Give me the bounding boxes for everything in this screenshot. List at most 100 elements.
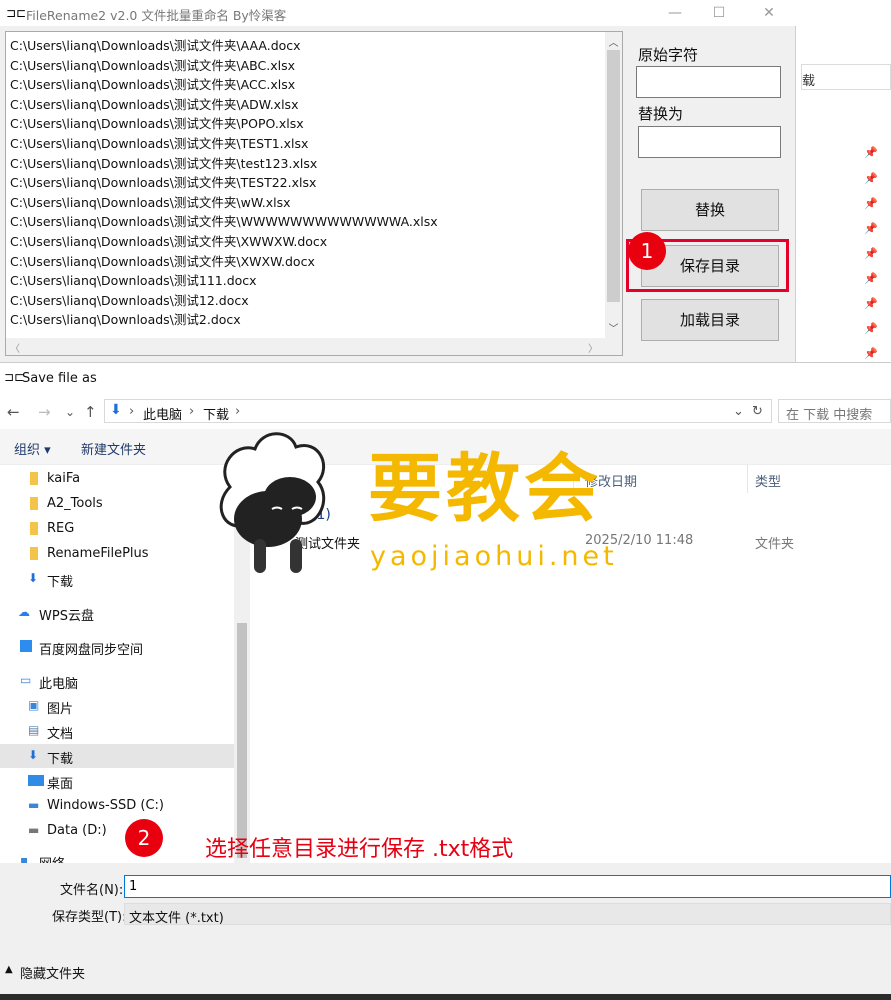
dialog-title-bar: ⊐⊏ Save file as bbox=[0, 363, 891, 393]
list-item[interactable]: C:\Users\lianq\Downloads\测试2.docx bbox=[10, 312, 241, 328]
file-list-vscrollbar[interactable]: ︿ ﹀ bbox=[605, 32, 622, 338]
tree-item-reg[interactable]: REG bbox=[0, 517, 234, 541]
tree-item-baidu-sync[interactable]: 百度网盘同步空间 bbox=[0, 635, 234, 659]
list-item[interactable]: C:\Users\lianq\Downloads\测试文件夹\POPO.xlsx bbox=[10, 116, 304, 132]
replace-with-label: 替换为 bbox=[638, 105, 684, 123]
list-item[interactable]: C:\Users\lianq\Downloads\测试文件夹\WWWWWWWWW… bbox=[10, 214, 438, 230]
breadcrumb-downloads[interactable]: 下载 bbox=[203, 404, 229, 423]
tree-item-kaifa[interactable]: kaiFa bbox=[0, 467, 234, 491]
watermark-title: 要教会 bbox=[368, 446, 602, 532]
tree-item-a2-tools[interactable]: A2_Tools bbox=[0, 492, 234, 516]
folder-icon bbox=[30, 522, 44, 535]
folder-icon bbox=[30, 547, 44, 560]
column-header-type[interactable]: 类型 bbox=[755, 471, 781, 490]
tree-item-drive-c[interactable]: ▬ Windows-SSD (C:) bbox=[0, 794, 234, 818]
row-type: 文件夹 bbox=[755, 537, 795, 552]
filetype-label: 保存类型(T): bbox=[52, 910, 127, 925]
drive-icon: ▬ bbox=[28, 823, 40, 837]
download-icon: ⬇ bbox=[28, 571, 39, 585]
list-item[interactable]: C:\Users\lianq\Downloads\测试12.docx bbox=[10, 293, 249, 309]
file-list[interactable]: C:\Users\lianq\Downloads\测试文件夹\AAA.docx … bbox=[5, 31, 623, 356]
filetype-select[interactable]: 文本文件 (*.txt) bbox=[124, 903, 891, 926]
chevron-down-icon[interactable]: ⌄ bbox=[733, 404, 744, 419]
drive-icon: ▬ bbox=[28, 798, 40, 812]
tree-item-downloads[interactable]: ⬇ 下载 bbox=[0, 744, 234, 768]
list-item[interactable]: C:\Users\lianq\Downloads\测试文件夹\XWXW.docx bbox=[10, 254, 315, 270]
pin-icon: 📌 bbox=[864, 172, 878, 185]
navigation-bar: ← → ⌄ ↑ ⬇ › 此电脑 › 下载 › ⌄ ↻ 在 下载 中搜索 bbox=[0, 395, 891, 429]
tree-scroll-thumb[interactable] bbox=[237, 623, 247, 858]
refresh-icon[interactable]: ↻ bbox=[752, 404, 763, 419]
list-item[interactable]: C:\Users\lianq\Downloads\测试文件夹\ABC.xlsx bbox=[10, 58, 295, 74]
breadcrumb-this-pc[interactable]: 此电脑 bbox=[143, 404, 182, 423]
dialog-title: Save file as bbox=[22, 371, 97, 386]
chevron-up-icon[interactable]: ▲ bbox=[5, 964, 13, 975]
new-folder-button[interactable]: 新建文件夹 bbox=[81, 439, 146, 458]
list-item[interactable]: C:\Users\lianq\Downloads\测试文件夹\AAA.docx bbox=[10, 38, 301, 54]
pin-icon: 📌 bbox=[864, 297, 878, 310]
watermark-url: yaojiaohui.net bbox=[370, 541, 618, 572]
close-button[interactable]: ✕ bbox=[758, 3, 780, 23]
filename-input[interactable]: 1 bbox=[124, 875, 891, 898]
tree-item-documents[interactable]: ▤ 文档 bbox=[0, 719, 234, 743]
download-icon: ⬇ bbox=[110, 402, 122, 418]
original-char-input[interactable] bbox=[636, 66, 781, 98]
pin-icon: 📌 bbox=[864, 272, 878, 285]
list-item[interactable]: C:\Users\lianq\Downloads\测试111.docx bbox=[10, 273, 257, 289]
scroll-down-icon[interactable]: ﹀ bbox=[605, 320, 622, 335]
hide-folders-button[interactable]: 隐藏文件夹 bbox=[20, 963, 85, 982]
chevron-right-icon: › bbox=[129, 404, 135, 419]
list-item[interactable]: C:\Users\lianq\Downloads\测试文件夹\test123.x… bbox=[10, 156, 317, 172]
document-icon: ▤ bbox=[28, 723, 40, 737]
tree-item-this-pc[interactable]: ▭ 此电脑 bbox=[0, 669, 234, 693]
folder-icon bbox=[30, 472, 44, 485]
up-arrow-icon[interactable]: ↑ bbox=[84, 403, 97, 421]
list-item[interactable]: C:\Users\lianq\Downloads\测试文件夹\TEST1.xls… bbox=[10, 136, 308, 152]
search-input[interactable]: 在 下载 中搜索 bbox=[778, 399, 891, 423]
baidu-icon bbox=[20, 640, 32, 652]
load-directory-button[interactable]: 加载目录 bbox=[641, 299, 779, 341]
column-divider[interactable] bbox=[747, 465, 748, 493]
original-char-label: 原始字符 bbox=[638, 46, 699, 64]
tree-item-drive-d[interactable]: ▬ Data (D:) bbox=[0, 819, 234, 843]
folder-icon bbox=[30, 497, 44, 510]
scroll-left-icon[interactable]: 〈 bbox=[10, 340, 20, 355]
scroll-right-icon[interactable]: 〉 bbox=[588, 340, 598, 355]
recent-locations-icon[interactable]: ⌄ bbox=[65, 405, 75, 419]
pin-icon: 📌 bbox=[864, 222, 878, 235]
computer-icon: ▭ bbox=[20, 673, 32, 687]
tree-item-wps-cloud[interactable]: ☁ WPS云盘 bbox=[0, 601, 234, 625]
maximize-button[interactable]: ☐ bbox=[708, 3, 730, 23]
vscroll-thumb[interactable] bbox=[607, 50, 620, 302]
list-item[interactable]: C:\Users\lianq\Downloads\测试文件夹\XWWXW.doc… bbox=[10, 234, 327, 250]
download-icon: ⬇ bbox=[28, 748, 39, 762]
replace-button[interactable]: 替换 bbox=[641, 189, 779, 231]
scroll-up-icon[interactable]: ︿ bbox=[605, 34, 622, 49]
tree-item-desktop[interactable]: 桌面 bbox=[0, 769, 234, 793]
save-file-dialog: ⊐⊏ Save file as ← → ⌄ ↑ ⬇ › 此电脑 › 下载 › ⌄… bbox=[0, 362, 891, 1000]
pin-icon: 📌 bbox=[864, 146, 878, 159]
list-item[interactable]: C:\Users\lianq\Downloads\测试文件夹\wW.xlsx bbox=[10, 195, 291, 211]
file-list-hscrollbar[interactable]: 〈 〉 bbox=[6, 338, 622, 355]
list-item[interactable]: C:\Users\lianq\Downloads\测试文件夹\ACC.xlsx bbox=[10, 77, 295, 93]
address-bar[interactable]: ⬇ › 此电脑 › 下载 › ⌄ ↻ bbox=[104, 399, 772, 423]
forward-arrow-icon[interactable]: → bbox=[38, 403, 51, 421]
tree-item-pictures[interactable]: ▣ 图片 bbox=[0, 694, 234, 718]
background-field: 载 bbox=[801, 64, 891, 90]
taskbar bbox=[0, 994, 891, 1000]
picture-icon: ▣ bbox=[28, 698, 40, 712]
sheep-mascot-icon bbox=[219, 432, 326, 573]
organize-button[interactable]: 组织 ▾ bbox=[14, 439, 51, 458]
tree-item-downloads-quick[interactable]: ⬇ 下载 bbox=[0, 567, 234, 591]
app-icon: ⊐⊏ bbox=[6, 6, 27, 20]
tree-item-renamefileplus[interactable]: RenameFilePlus bbox=[0, 542, 234, 566]
app-title: FileRename2 v2.0 文件批量重命名 By怜渠客 bbox=[26, 8, 287, 23]
minimize-button[interactable]: — bbox=[664, 3, 686, 23]
app-title-bar: ⊐⊏ FileRename2 v2.0 文件批量重命名 By怜渠客 — ☐ ✕ bbox=[0, 0, 796, 26]
list-item[interactable]: C:\Users\lianq\Downloads\测试文件夹\TEST22.xl… bbox=[10, 175, 316, 191]
list-item[interactable]: C:\Users\lianq\Downloads\测试文件夹\ADW.xlsx bbox=[10, 97, 298, 113]
dialog-bottom-panel: 文件名(N): 1 保存类型(T): 文本文件 (*.txt) ▲ 隐藏文件夹 bbox=[0, 863, 891, 1000]
replace-with-input[interactable] bbox=[638, 126, 781, 158]
back-arrow-icon[interactable]: ← bbox=[7, 403, 20, 421]
cloud-icon: ☁ bbox=[18, 605, 30, 619]
